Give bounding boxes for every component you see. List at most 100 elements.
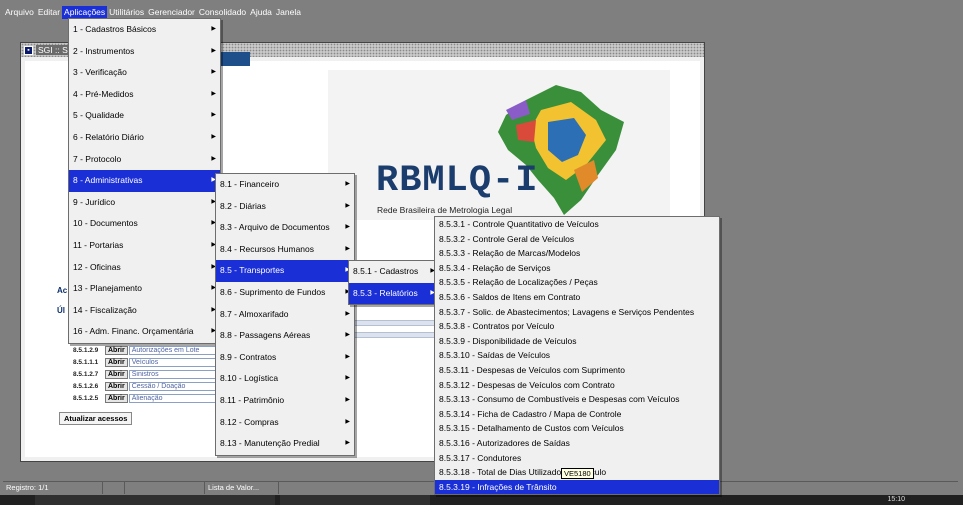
menu-item-report[interactable]: 8.5.3.1 - Controle Quantitativo de Veícu…	[435, 217, 719, 232]
menu-item-report[interactable]: 8.5.3.9 - Disponibilidade de Veículos	[435, 334, 719, 349]
menu-consolidado[interactable]: Consolidado	[197, 6, 248, 19]
menu-item-label: 8.2 - Diárias	[220, 200, 266, 211]
menu-item-report[interactable]: 8.5.3.11 - Despesas de Veículos com Supr…	[435, 363, 719, 378]
menu-item-relatorios[interactable]: 8.5.3 - Relatórios ▶	[349, 282, 439, 305]
status-cell	[125, 482, 205, 494]
menu-item-adm-financ-orcamentaria[interactable]: 16 - Adm. Financ. Orçamentária ▶	[69, 321, 220, 343]
menu-item-almoxarifado[interactable]: 8.7 - Almoxarifado ▶	[216, 304, 354, 326]
menu-item-report[interactable]: 8.5.3.10 - Saídas de Veículos	[435, 348, 719, 363]
menu-editar[interactable]: Editar	[36, 6, 62, 19]
menu-item-passagens-aereas[interactable]: 8.8 - Passagens Aéreas ▶	[216, 325, 354, 347]
menu-item-label: 5 - Qualidade	[73, 110, 125, 121]
menu-item-report[interactable]: 8.5.3.15 - Detalhamento de Custos com Ve…	[435, 421, 719, 436]
logo-subtitle: Rede Brasileira de Metrologia Legal	[377, 205, 513, 215]
menu-item-infracoes-transito[interactable]: 8.5.3.19 - Infrações de Trânsito	[435, 479, 719, 495]
menu-item-label: 16 - Adm. Financ. Orçamentária	[73, 326, 194, 337]
menu-item-suprimento-fundos[interactable]: 8.6 - Suprimento de Fundos▶	[216, 282, 354, 304]
menu-item-pre-medidos[interactable]: 4 - Pré-Medidos ▶	[69, 84, 220, 106]
submenu-arrow-icon: ▶	[345, 310, 350, 317]
submenu-arrow-icon: ▶	[345, 245, 350, 252]
menu-item-report[interactable]: 8.5.3.5 - Relação de Localizações / Peça…	[435, 275, 719, 290]
open-button[interactable]: Abrir	[105, 381, 128, 391]
menu-utilitarios[interactable]: Utilitários	[107, 6, 146, 19]
submenu-arrow-icon: ▶	[345, 202, 350, 209]
taskbar-button[interactable]	[35, 495, 275, 505]
menu-item-contratos[interactable]: 8.9 - Contratos ▶	[216, 347, 354, 369]
menu-gerenciador[interactable]: Gerenciador	[146, 6, 197, 19]
menu-item-documentos[interactable]: 10 - Documentos ▶	[69, 213, 220, 235]
menu-item-label: 8.10 - Logística	[220, 373, 279, 384]
menu-item-manutencao-predial[interactable]: 8.13 - Manutenção Predial ▶	[216, 433, 354, 455]
menu-item-relatorio-diario[interactable]: 6 - Relatório Diário ▶	[69, 127, 220, 149]
open-button[interactable]: Abrir	[105, 357, 128, 367]
menu-item-cadastros-basicos[interactable]: 1 - Cadastros Básicos ▶	[69, 19, 220, 41]
logo-text: RBMLQ-I	[376, 160, 539, 202]
list-of-values-status: Lista de Valor...	[205, 482, 279, 494]
submenu-arrow-icon: ▶	[211, 112, 216, 119]
menu-item-label: 8.9 - Contratos	[220, 351, 277, 362]
submenu-arrow-icon: ▶	[211, 155, 216, 162]
menu-item-label: 8.5 - Transportes	[220, 265, 285, 276]
menu-item-report[interactable]: 8.5.3.6 - Saldos de Itens em Contrato	[435, 290, 719, 305]
menu-item-report[interactable]: 8.5.3.8 - Contratos por Veículo	[435, 319, 719, 334]
menu-item-report[interactable]: 8.5.3.16 - Autorizadores de Saídas	[435, 436, 719, 451]
menu-item-label: 8.7 - Almoxarifado	[220, 308, 289, 319]
menu-item-cadastros[interactable]: 8.5.1 - Cadastros ▶	[349, 261, 439, 283]
menu-item-transportes[interactable]: 8.5 - Transportes▶	[216, 260, 354, 282]
menu-item-label: 7 - Protocolo	[73, 153, 122, 164]
menu-item-planejamento[interactable]: 13 - Planejamento ▶	[69, 278, 220, 300]
menu-item-logistica[interactable]: 8.10 - Logística ▶	[216, 368, 354, 390]
submenu-arrow-icon: ▶	[345, 440, 350, 447]
menu-item-verificacao[interactable]: 3 - Verificação ▶	[69, 62, 220, 84]
refresh-access-button[interactable]: Atualizar acessos	[59, 412, 133, 425]
access-code: 8.5.1.2.5	[73, 394, 99, 402]
menu-ajuda[interactable]: Ajuda	[248, 6, 274, 19]
menu-item-label: 3 - Verificação	[73, 67, 127, 78]
menu-item-diarias[interactable]: 8.2 - Diárias ▶	[216, 196, 354, 218]
access-row: 8.5.1.2.5 Abrir Alienação	[73, 393, 239, 403]
menu-item-label: 8.5.1 - Cadastros	[353, 266, 419, 276]
menu-item-report[interactable]: 8.5.3.7 - Solic. de Abastecimentos; Lava…	[435, 305, 719, 320]
menu-item-fiscalizacao[interactable]: 14 - Fiscalização ▶	[69, 300, 220, 322]
menu-item-label: 2 - Instrumentos	[73, 45, 135, 56]
menu-item-oficinas[interactable]: 12 - Oficinas ▶	[69, 257, 220, 279]
menu-item-report[interactable]: 8.5.3.12 - Despesas de Veículos com Cont…	[435, 378, 719, 393]
submenu-arrow-icon: ▶	[211, 47, 216, 54]
menu-item-instrumentos[interactable]: 2 - Instrumentos ▶	[69, 41, 220, 63]
access-code: 8.5.1.1.1	[73, 358, 99, 366]
open-button[interactable]: Abrir	[105, 345, 128, 355]
menu-item-report[interactable]: 8.5.3.13 - Consumo de Combustíveis e Des…	[435, 392, 719, 407]
menu-item-recursos-humanos[interactable]: 8.4 - Recursos Humanos ▶	[216, 239, 354, 261]
menu-item-report[interactable]: 8.5.3.17 - Condutores	[435, 451, 719, 466]
menu-item-financeiro[interactable]: 8.1 - Financeiro ▶	[216, 174, 354, 196]
access-row: 8.5.1.1.1 Abrir Veículos	[73, 357, 239, 367]
menu-item-arquivo-documentos[interactable]: 8.3 - Arquivo de Documentos ▶	[216, 217, 354, 239]
menu-aplicacoes[interactable]: Aplicações	[62, 5, 108, 19]
menu-item-portarias[interactable]: 11 - Portarias ▶	[69, 235, 220, 257]
menu-item-label: 11 - Portarias	[73, 239, 124, 250]
menu-item-report[interactable]: 8.5.3.3 - Relação de Marcas/Modelos	[435, 246, 719, 261]
menu-item-report[interactable]: 8.5.3.4 - Relação de Serviços	[435, 261, 719, 276]
menu-item-label: 8.12 - Compras	[220, 416, 279, 427]
menu-item-compras[interactable]: 8.12 - Compras ▶	[216, 412, 354, 434]
open-button[interactable]: Abrir	[105, 393, 128, 403]
taskbar-button[interactable]	[280, 495, 430, 505]
menu-item-patrimonio[interactable]: 8.11 - Patrimônio ▶	[216, 390, 354, 412]
menu-item-report[interactable]: 8.5.3.14 - Ficha de Cadastro / Mapa de C…	[435, 407, 719, 422]
menu-item-report[interactable]: 8.5.3.2 - Controle Geral de Veículos	[435, 232, 719, 247]
menu-janela[interactable]: Janela	[274, 6, 303, 19]
menu-item-juridico[interactable]: 9 - Jurídico ▶	[69, 192, 220, 214]
menu-arquivo[interactable]: Arquivo	[3, 6, 36, 19]
relatorios-submenu: 8.5.3.1 - Controle Quantitativo de Veícu…	[434, 216, 720, 496]
menu-item-administrativas[interactable]: 8 - Administrativas ▶	[69, 170, 220, 192]
taskbar-strip: 15:10	[0, 495, 963, 505]
menu-item-label: 8.6 - Suprimento de Fundos	[220, 286, 326, 297]
open-button[interactable]: Abrir	[105, 369, 128, 379]
menu-item-label: 1 - Cadastros Básicos	[73, 24, 157, 34]
access-row: 8.5.1.2.9 Abrir Autorizações em Lote	[73, 345, 239, 355]
submenu-arrow-icon: ▶	[345, 375, 350, 382]
application-window: Arquivo Editar Aplicações Utilitários Ge…	[0, 0, 963, 505]
menu-item-qualidade[interactable]: 5 - Qualidade ▶	[69, 105, 220, 127]
menu-item-label: 8.1 - Financeiro	[220, 179, 280, 189]
menu-item-protocolo[interactable]: 7 - Protocolo ▶	[69, 149, 220, 171]
